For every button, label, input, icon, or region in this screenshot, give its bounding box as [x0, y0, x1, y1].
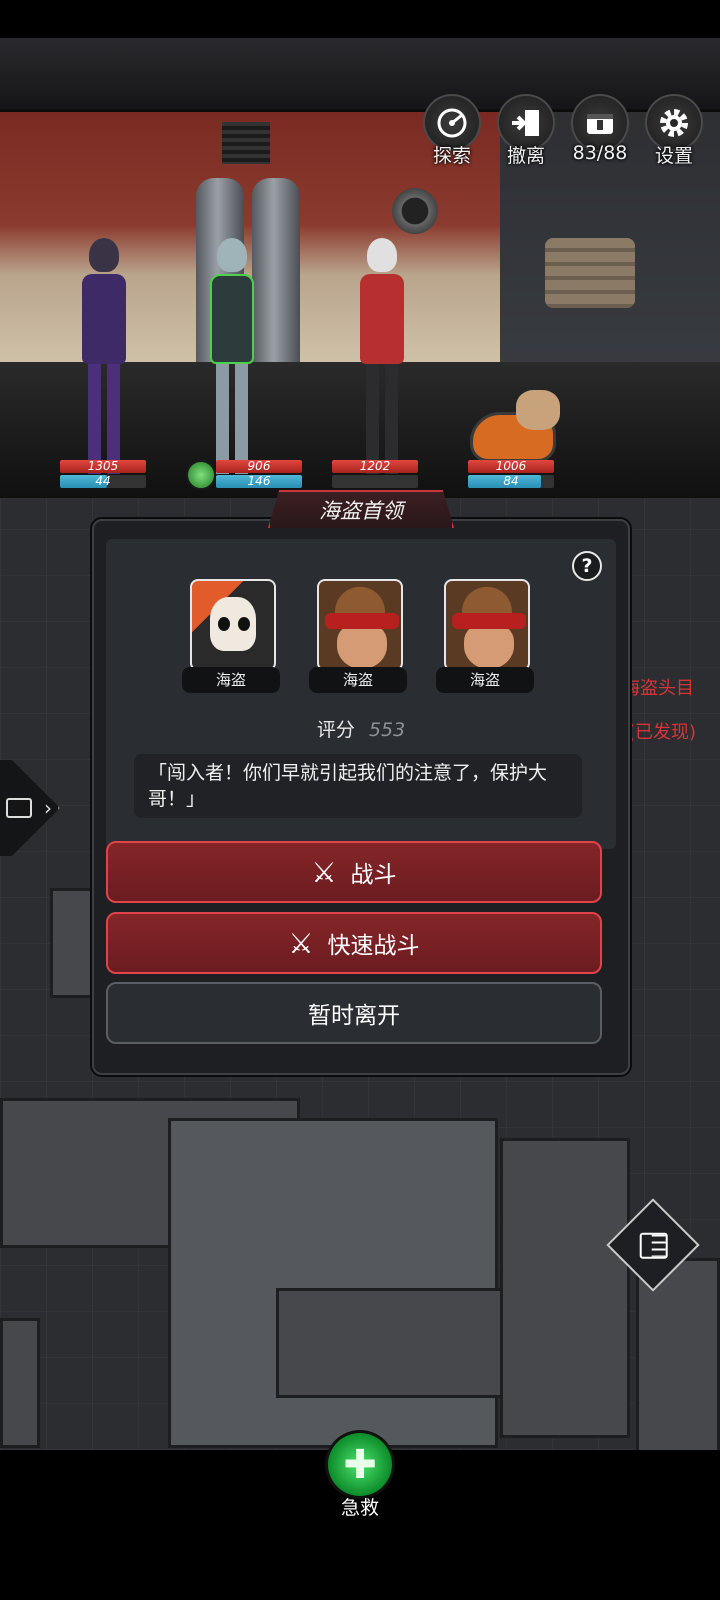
explore-button[interactable]: 探索 [420, 94, 484, 168]
fight-button[interactable]: ⚔ 战斗 [106, 841, 602, 903]
hero-hooded-assassin[interactable] [68, 238, 140, 483]
skull-pirate-portrait [190, 579, 276, 671]
energy-bar: 44 [60, 475, 146, 488]
leave-button[interactable]: 暂时离开 [106, 982, 602, 1044]
dialog-title-tab: 海盗首领 [268, 490, 454, 528]
hp-bar: 1305 [60, 460, 146, 473]
energy-bar [332, 475, 418, 488]
hero-green-elf[interactable] [196, 238, 268, 483]
settings-label: 设置 [654, 145, 693, 167]
energy-bar: 146 [216, 475, 302, 488]
first-aid-label: 急救 [340, 1497, 379, 1519]
enemy-card[interactable]: 海盗 [309, 579, 407, 693]
top-menu: 探索 撤离 83/88 设置 [420, 94, 706, 168]
leave-label: 暂时离开 [308, 1003, 400, 1029]
party-stat-4: 1006 84 [468, 460, 554, 488]
settings-button[interactable]: 设置 [642, 94, 706, 168]
hp-bar: 1202 [332, 460, 418, 473]
map-room [0, 1318, 40, 1448]
enemy-name: 海盗 [309, 667, 407, 693]
supply-button[interactable]: 83/88 [568, 94, 632, 168]
hero-white-hair-fighter[interactable] [346, 238, 418, 483]
chevron-right-icon: › [44, 796, 52, 820]
bandana-pirate-portrait [317, 579, 403, 671]
hp-bar: 906 [216, 460, 302, 473]
dialog-title: 海盗首领 [319, 499, 403, 523]
map-room [168, 1118, 498, 1448]
checklist-icon [639, 1232, 668, 1259]
party-stat-2: 906 146 [216, 460, 302, 488]
party-stat-1: 1305 44 [60, 460, 146, 488]
pirate-boss-note: 海盗头目 [622, 678, 694, 699]
explore-label: 探索 [432, 145, 471, 167]
enemy-list: 海盗 海盗 海盗 [182, 579, 534, 693]
bandana-pirate-portrait [444, 579, 530, 671]
encounter-dialog: ? 海盗 海盗 海盗 评分 553 「闯入者！你们早就引起我们的注意了，保护大哥… [92, 519, 630, 1075]
score-row: 评分 553 [106, 715, 616, 742]
enemy-card[interactable]: 海盗 [182, 579, 280, 693]
score-value: 553 [368, 719, 406, 741]
tire-stack [545, 238, 635, 308]
supply-count: 83/88 [572, 142, 628, 164]
score-label: 评分 [316, 719, 355, 741]
crossed-swords-icon: ⚔ [288, 926, 314, 960]
fight-label: 战斗 [350, 862, 397, 888]
wall-vent [222, 122, 270, 164]
first-aid-button[interactable]: ✚ 急救 [322, 1430, 398, 1520]
encounter-info-panel: ? 海盗 海盗 海盗 评分 553 「闯入者！你们早就引起我们的注意了，保护大哥… [106, 539, 616, 849]
enemy-name: 海盗 [182, 667, 280, 693]
help-button[interactable]: ? [572, 551, 602, 581]
crossed-swords-icon: ⚔ [311, 855, 337, 889]
medkit-icon: ✚ [325, 1430, 395, 1499]
party-stat-3: 1202 [332, 460, 418, 488]
retreat-label: 撤离 [506, 145, 545, 167]
chat-bubble-icon [6, 798, 32, 818]
poison-buff-icon[interactable] [186, 460, 216, 490]
quick-fight-button[interactable]: ⚔ 快速战斗 [106, 912, 602, 974]
map-room [500, 1138, 630, 1438]
quick-fight-label: 快速战斗 [327, 933, 420, 959]
energy-bar: 84 [468, 475, 554, 488]
porthole [392, 188, 438, 234]
retreat-button[interactable]: 撤离 [494, 94, 558, 168]
hp-bar: 1006 [468, 460, 554, 473]
enemy-card[interactable]: 海盗 [436, 579, 534, 693]
discovered-note: (已发现) [628, 722, 697, 743]
map-room [276, 1288, 506, 1398]
enemy-quote: 「闯入者！你们早就引起我们的注意了，保护大哥！」 [134, 754, 582, 818]
enemy-name: 海盗 [436, 667, 534, 693]
